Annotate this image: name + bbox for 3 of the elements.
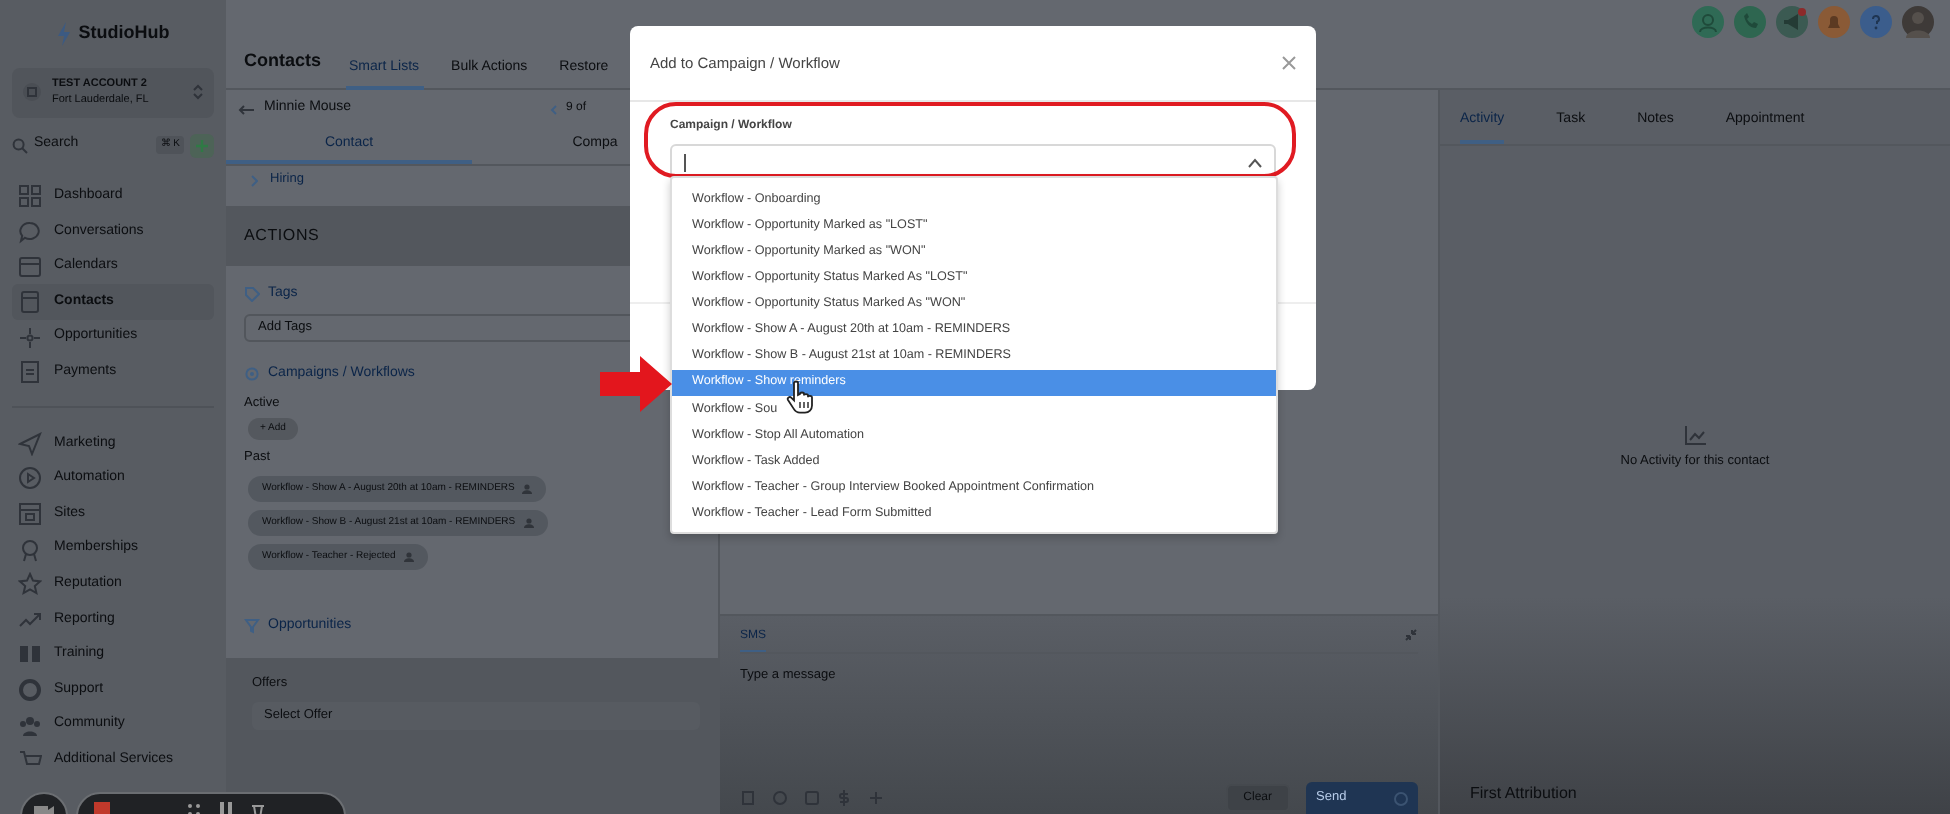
page-title: Contacts xyxy=(244,47,322,74)
section-title: First Attribution xyxy=(1468,782,1579,806)
logo-text: StudioHub xyxy=(78,20,170,47)
